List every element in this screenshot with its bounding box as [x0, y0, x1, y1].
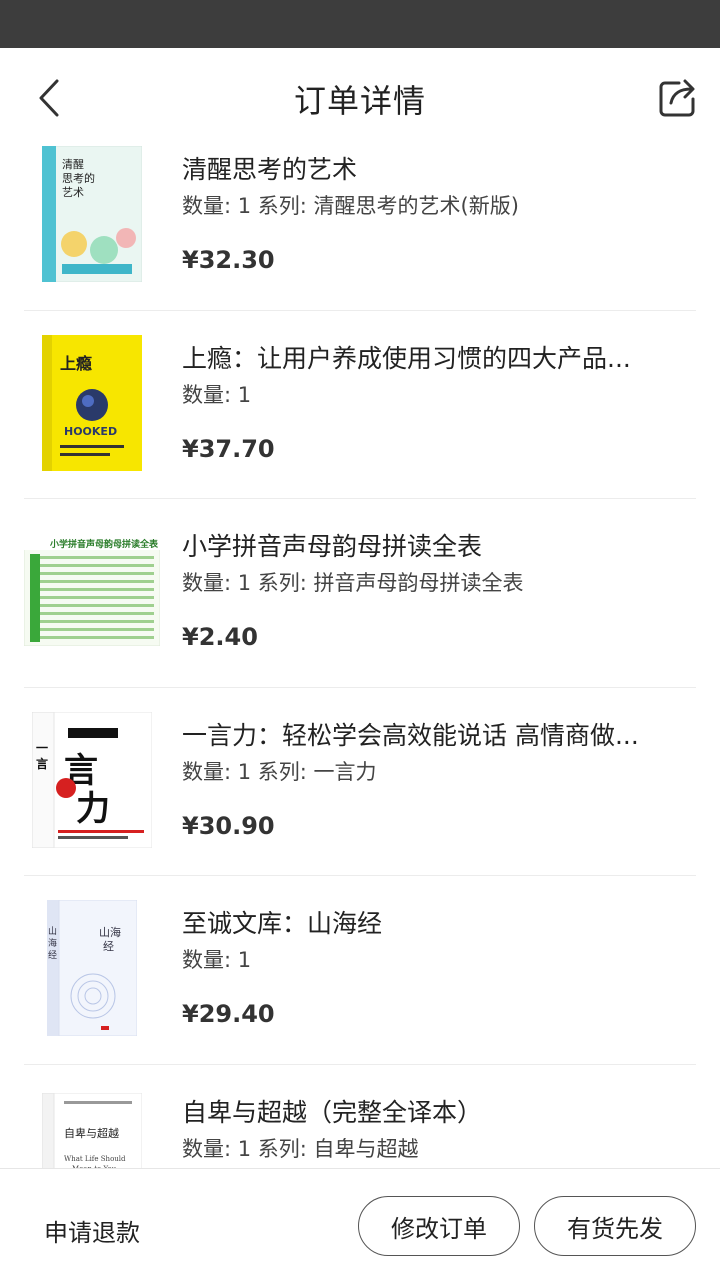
- item-meta: 数量: 1: [182, 948, 252, 972]
- item-meta: 数量: 1 系列: 拼音声母韵母拼读全表: [182, 571, 524, 595]
- chart-cover-image: 小学拼音声母韵母拼读全表: [24, 523, 160, 659]
- order-item[interactable]: 小学拼音声母韵母拼读全表 小学拼音声母韵母拼读全表 数量: 1 系列: 拼音声母…: [24, 499, 696, 688]
- svg-text:小学拼音声母韵母拼读全表: 小学拼音声母韵母拼读全表: [49, 538, 159, 550]
- item-title: 一言力：轻松学会高效能说话 高情商做...: [182, 720, 639, 750]
- item-meta: 数量: 1 系列: 自卑与超越: [182, 1136, 419, 1161]
- svg-text:What Life Should: What Life Should: [64, 1155, 126, 1163]
- ship-in-stock-first-button[interactable]: 有货先发: [534, 1196, 696, 1256]
- share-icon: [659, 79, 695, 117]
- item-title: 自卑与超越（完整全译本）: [182, 1097, 483, 1127]
- svg-text:力: 力: [76, 789, 110, 829]
- status-bar: [0, 0, 720, 48]
- item-price: ¥32.30: [182, 246, 275, 274]
- order-item[interactable]: 山 海 经 山海 经 至诚文库：山海经 数量: 1 ¥29.40: [24, 876, 696, 1065]
- svg-text:HOOKED: HOOKED: [64, 425, 117, 438]
- book-cover-image: 山 海 经 山海 经: [24, 900, 160, 1036]
- book-cover-image: 自卑与超越 What Life Should Mean to You: [24, 1092, 160, 1170]
- svg-text:山: 山: [48, 926, 57, 937]
- modify-order-button[interactable]: 修改订单: [358, 1196, 520, 1256]
- item-title: 上瘾：让用户养成使用习惯的四大产品...: [182, 343, 631, 373]
- item-meta: 数量: 1 系列: 一言力: [182, 759, 377, 784]
- item-meta: 数量: 1: [182, 382, 252, 407]
- svg-text:清醒: 清醒: [62, 158, 84, 171]
- book-cover-image: 一 言 言 力: [24, 711, 160, 848]
- book-cover-image: 清醒 思考的 艺术: [24, 146, 160, 282]
- item-price: ¥29.40: [182, 1000, 275, 1028]
- item-price: ¥30.90: [182, 811, 275, 840]
- svg-text:一: 一: [36, 741, 48, 755]
- apply-refund-button[interactable]: 申请退款: [44, 1213, 140, 1248]
- book-cover-image: 上瘾 HOOKED: [24, 334, 160, 471]
- share-button[interactable]: [650, 70, 706, 126]
- order-item[interactable]: 上瘾 HOOKED 上瘾：让用户养成使用习惯的四大产品... 数量: 1 ¥37…: [24, 311, 696, 499]
- item-title: 小学拼音声母韵母拼读全表: [182, 532, 483, 561]
- item-meta: 数量: 1 系列: 清醒思考的艺术(新版): [182, 194, 519, 218]
- svg-text:经: 经: [103, 940, 114, 953]
- svg-text:上瘾: 上瘾: [60, 354, 92, 373]
- bottom-action-bar: 申请退款 修改订单 有货先发: [0, 1168, 720, 1280]
- svg-text:艺术: 艺术: [62, 186, 84, 199]
- svg-text:山海: 山海: [99, 925, 121, 939]
- order-item[interactable]: 自卑与超越 What Life Should Mean to You 自卑与超越…: [24, 1065, 696, 1170]
- page-title: 订单详情: [293, 82, 426, 120]
- svg-text:言: 言: [36, 756, 48, 771]
- svg-text:思考的: 思考的: [62, 171, 95, 185]
- item-title: 至诚文库：山海经: [182, 909, 383, 938]
- item-price: ¥2.40: [182, 623, 258, 651]
- order-item[interactable]: 清醒 思考的 艺术 清醒思考的艺术 数量: 1 系列: 清醒思考的艺术(新版) …: [24, 122, 696, 311]
- item-title: 清醒思考的艺术: [182, 155, 358, 184]
- svg-text:经: 经: [48, 949, 57, 961]
- order-item[interactable]: 一 言 言 力 一言力：轻松学会高效能说话 高情商做... 数量: 1 系列: …: [24, 688, 696, 876]
- svg-text:自卑与超越: 自卑与超越: [64, 1126, 119, 1140]
- svg-text:海: 海: [48, 937, 57, 949]
- order-item-list[interactable]: 清醒 思考的 艺术 清醒思考的艺术 数量: 1 系列: 清醒思考的艺术(新版) …: [0, 122, 720, 1170]
- item-price: ¥37.70: [182, 434, 275, 463]
